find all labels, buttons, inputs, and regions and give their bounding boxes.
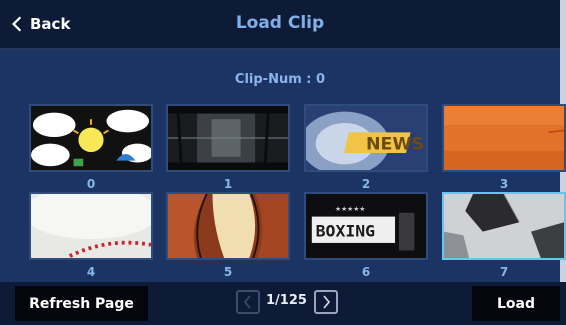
news-globe-thumbnail: NEWS <box>306 106 426 170</box>
footer-bar: Refresh Page 1/125 Load <box>0 282 566 325</box>
clip-thumbnail-5[interactable] <box>166 192 290 260</box>
refresh-page-button[interactable]: Refresh Page <box>15 286 148 321</box>
page-title: Load Clip <box>235 13 325 33</box>
clip-thumbnail-6[interactable]: BOXING ★★★★★ <box>304 192 428 260</box>
baseball-thumbnail <box>31 194 151 258</box>
basketball-thumbnail <box>168 194 288 258</box>
clip-label: 7 <box>499 265 509 279</box>
header-bar: Back Load Clip <box>0 0 560 50</box>
clip-label: 1 <box>223 177 233 191</box>
clip-label: 2 <box>361 177 371 191</box>
clip-label: 0 <box>86 177 96 191</box>
svg-text:BOXING: BOXING <box>316 222 375 241</box>
load-clip-screen: Back Load Clip Clip-Num : 0 0 1 NEWS 2 3… <box>0 0 566 325</box>
svg-text:NEWS: NEWS <box>366 135 424 155</box>
clip-thumbnail-0[interactable] <box>29 104 153 172</box>
clip-thumbnail-7[interactable] <box>442 192 566 260</box>
clip-label: 5 <box>223 265 233 279</box>
svg-text:★★★★★: ★★★★★ <box>335 205 365 213</box>
chevron-right-icon <box>323 295 331 309</box>
dark-grunge-texture-thumbnail <box>168 106 288 170</box>
clip-label: 6 <box>361 265 371 279</box>
boxing-sign-thumbnail: BOXING ★★★★★ <box>306 194 426 258</box>
clip-thumbnail-3[interactable] <box>442 104 566 172</box>
page-indicator: 1/125 <box>266 293 307 308</box>
clip-thumbnail-2[interactable]: NEWS <box>304 104 428 172</box>
clip-thumbnail-4[interactable] <box>29 192 153 260</box>
soccer-ball-thumbnail <box>444 194 564 258</box>
load-button[interactable]: Load <box>472 286 560 321</box>
previous-page-button[interactable] <box>236 290 260 314</box>
clip-grid-panel: Clip-Num : 0 0 1 NEWS 2 3 4 5 BOXING ★★★… <box>0 50 566 282</box>
chevron-left-icon <box>243 295 251 309</box>
clip-thumbnail-1[interactable] <box>166 104 290 172</box>
clip-label: 3 <box>499 177 509 191</box>
clip-number-label: Clip-Num : 0 <box>234 72 326 87</box>
orange-texture-thumbnail <box>444 106 564 170</box>
clip-label: 4 <box>86 265 96 279</box>
weather-sun-clouds-thumbnail <box>31 106 151 170</box>
next-page-button[interactable] <box>314 290 338 314</box>
